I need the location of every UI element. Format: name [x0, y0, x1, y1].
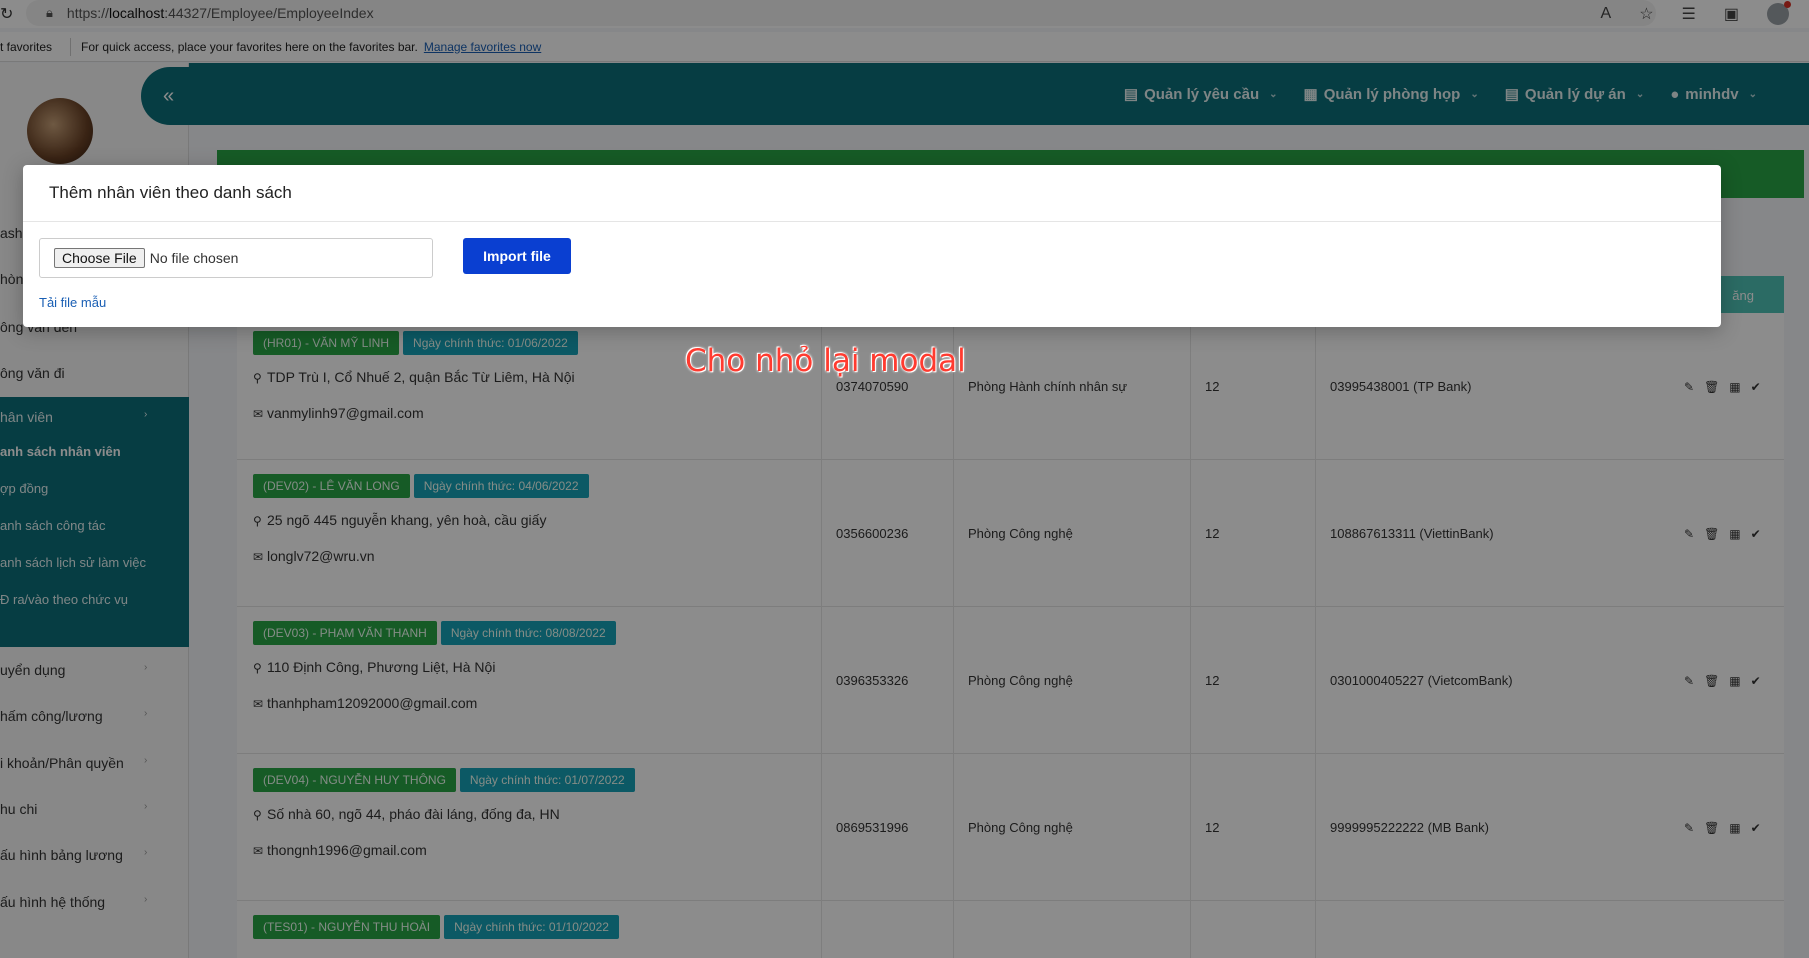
file-input[interactable]: Choose File No file chosen: [39, 238, 433, 278]
import-file-button[interactable]: Import file: [463, 238, 571, 274]
file-status-text: No file chosen: [149, 250, 239, 266]
modal-backdrop[interactable]: [0, 0, 1809, 958]
download-template-link[interactable]: Tải file mẫu: [39, 295, 106, 310]
import-employees-modal: Thêm nhân viên theo danh sách Choose Fil…: [23, 165, 1721, 327]
modal-title: Thêm nhân viên theo danh sách: [23, 165, 1721, 222]
choose-file-button[interactable]: Choose File: [54, 248, 145, 268]
annotation-text: Cho nhỏ lại modal: [685, 343, 966, 379]
